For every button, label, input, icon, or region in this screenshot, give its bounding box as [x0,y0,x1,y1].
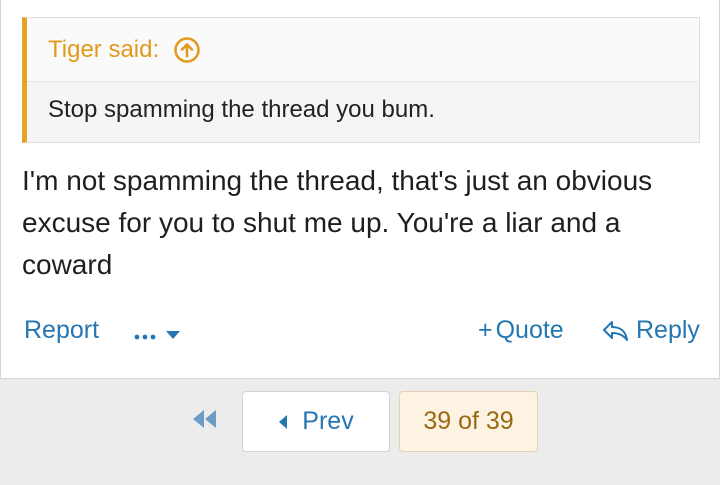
arrow-up-circle-icon[interactable] [173,36,201,64]
plus-icon: + [478,316,493,344]
post-message: I'm not spamming the thread, that's just… [22,165,653,280]
prev-label: Prev [302,407,354,435]
quote-header[interactable]: Tiger said: [27,18,699,82]
double-chevron-left-icon [191,408,219,430]
ellipsis-icon [133,320,159,349]
quote-author[interactable]: Tiger said: [48,36,159,64]
more-options-button[interactable] [133,320,181,349]
reply-label: Reply [636,316,700,344]
quote-label: Quote [495,316,564,344]
quote-text: Stop spamming the thread you bum. [48,96,435,123]
caret-left-icon [278,414,288,430]
post-actions: Report + Quote Reply [0,310,720,352]
page-status: 39 of 39 [423,407,514,435]
reply-button[interactable]: Reply [602,316,700,345]
quote-block: Tiger said: Stop spamming the thread you… [22,17,700,143]
first-page-button[interactable] [190,404,220,434]
report-link[interactable]: Report [24,316,99,345]
quote-button[interactable]: + Quote [478,316,564,345]
prev-page-button[interactable]: Prev [242,391,390,452]
reply-arrow-icon [602,319,630,343]
caret-down-icon [165,330,181,340]
page-indicator-button[interactable]: 39 of 39 [399,391,538,452]
